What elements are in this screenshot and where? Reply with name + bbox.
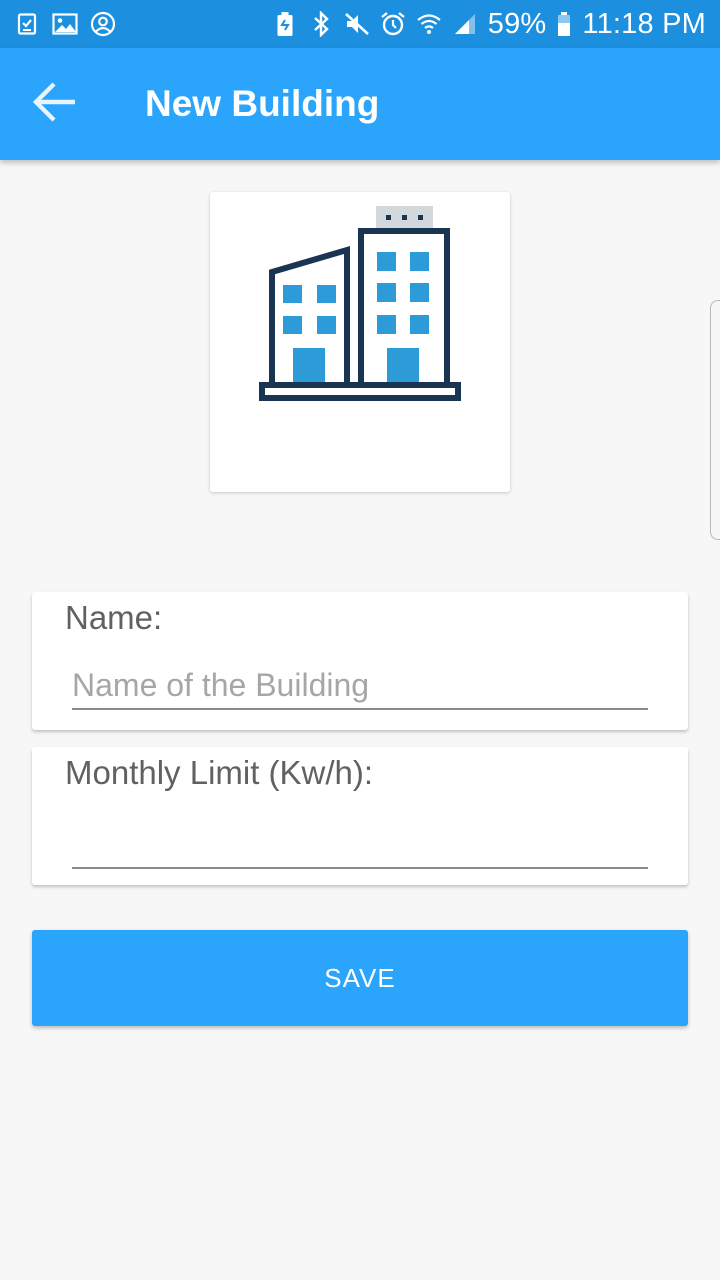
clock: 11:18 PM [582,7,706,40]
monthly-limit-label: Monthly Limit (Kw/h): [65,754,374,791]
side-panel-handle[interactable] [710,300,720,540]
battery-percent: 59% [487,7,547,40]
image-icon [52,11,78,37]
name-field-card: Name: [32,592,688,730]
building-icon [259,206,461,401]
back-button[interactable] [24,78,84,130]
wifi-icon [416,11,442,37]
alarm-icon [380,11,406,37]
battery-saver-icon [272,11,298,37]
account-circle-icon [90,11,116,37]
battery-icon [556,11,572,37]
monthly-limit-input[interactable] [72,821,648,869]
building-name-input[interactable] [72,662,648,710]
status-bar: 59% 11:18 PM [0,0,720,48]
name-label: Name: [65,599,163,636]
monthly-limit-field-card: Monthly Limit (Kw/h): [32,747,688,885]
app-bar: New Building [0,48,720,160]
mute-icon [344,11,370,37]
signal-icon [452,11,478,37]
status-bar-system: 59% 11:18 PM [272,7,706,40]
save-button[interactable]: SAVE [32,930,688,1026]
building-image-picker[interactable] [210,192,510,492]
arrow-back-icon [31,81,77,128]
status-bar-notifications [14,11,116,37]
task-icon [14,11,40,37]
page-title: New Building [145,83,380,124]
bluetooth-icon [308,11,334,37]
